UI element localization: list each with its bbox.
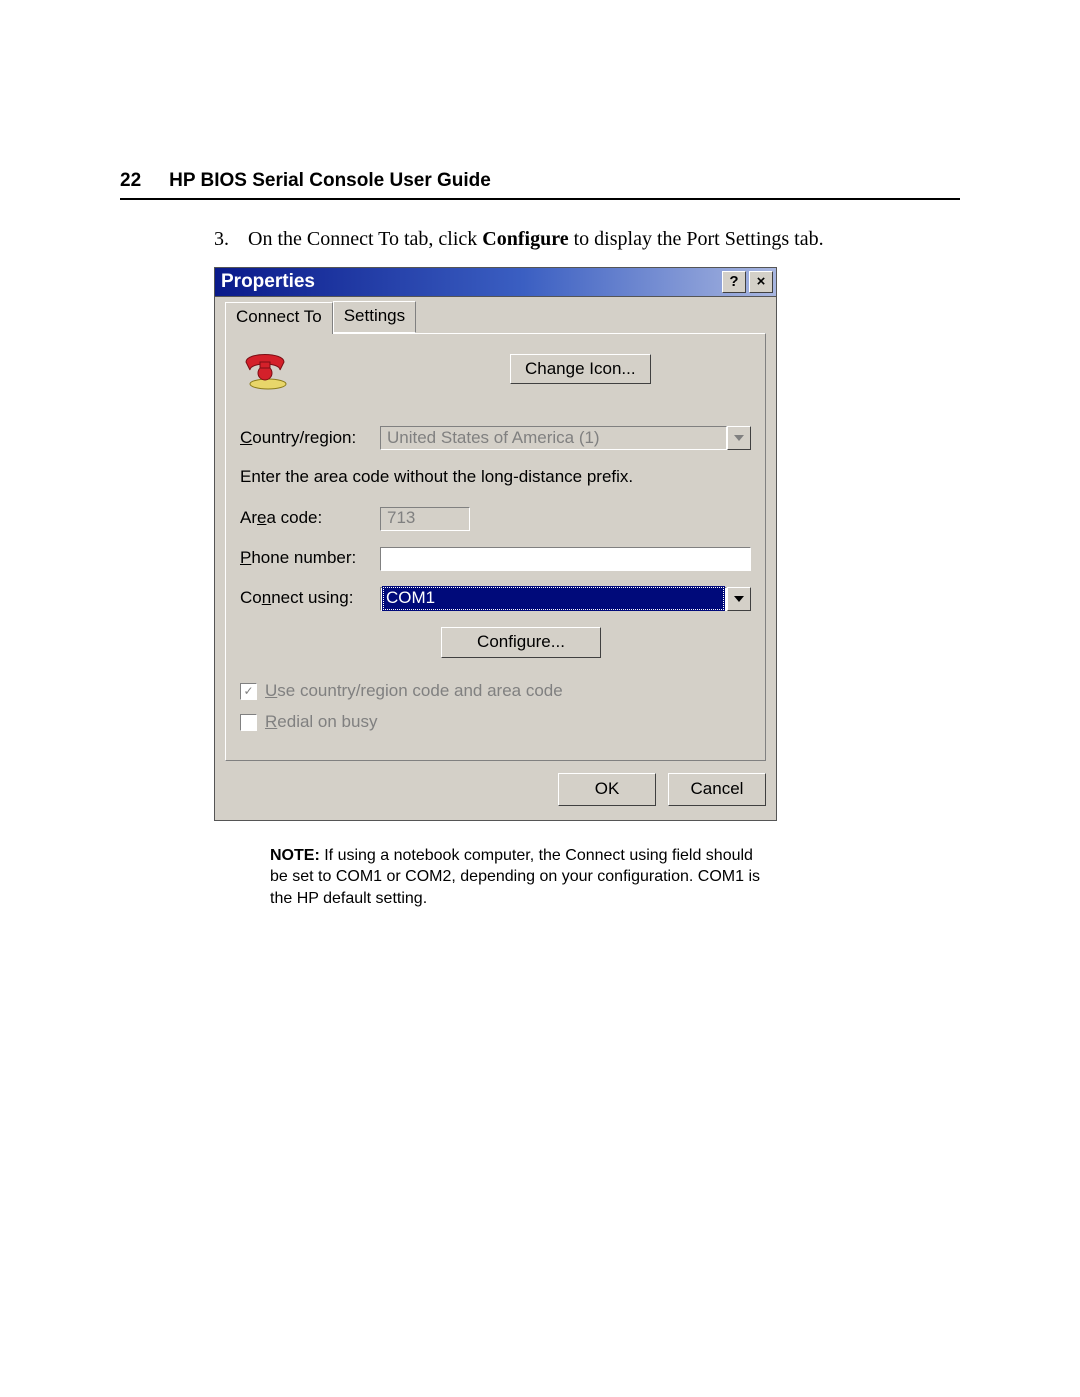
page-header: 22 HP BIOS Serial Console User Guide: [120, 170, 960, 192]
titlebar: Properties ? ×: [214, 267, 777, 297]
page-number: 22: [120, 170, 141, 192]
step-text: On the Connect To tab, click Configure t…: [248, 226, 824, 253]
connect-using-field[interactable]: COM1: [380, 587, 727, 611]
note-label: NOTE:: [270, 847, 320, 864]
header-rule: [120, 198, 960, 200]
use-country-code-checkbox: ✓: [240, 683, 257, 700]
tab-connect-to[interactable]: Connect To: [225, 302, 333, 334]
tab-settings[interactable]: Settings: [333, 301, 416, 333]
phone-number-field[interactable]: [380, 547, 751, 571]
country-label: Country/region:: [240, 427, 380, 450]
redial-on-busy-checkbox-row: Redial on busy: [240, 711, 751, 734]
use-country-code-checkbox-row: ✓ Use country/region code and area code: [240, 680, 751, 703]
configure-button[interactable]: Configure...: [441, 627, 601, 658]
ok-button[interactable]: OK: [558, 773, 656, 806]
note-block: NOTE: If using a notebook computer, the …: [270, 845, 770, 910]
note-text: If using a notebook computer, the Connec…: [270, 847, 760, 907]
connect-using-label: Connect using:: [240, 587, 380, 610]
change-icon-button[interactable]: Change Icon...: [510, 354, 651, 385]
tab-strip: Connect To Settings: [225, 305, 766, 333]
titlebar-text: Properties: [215, 269, 722, 295]
country-field: United States of America (1): [380, 426, 727, 450]
country-dropdown-button: [727, 426, 751, 450]
step-number: 3.: [214, 226, 248, 253]
phone-icon: [240, 348, 290, 390]
tab-panel: Change Icon... Country/region: United St…: [225, 333, 766, 761]
redial-on-busy-checkbox: [240, 714, 257, 731]
guide-title: HP BIOS Serial Console User Guide: [169, 170, 491, 192]
cancel-button[interactable]: Cancel: [668, 773, 766, 806]
properties-dialog: Properties ? × Connect To Settings: [214, 267, 777, 821]
area-code-label: Area code:: [240, 507, 380, 530]
close-button[interactable]: ×: [749, 271, 773, 293]
phone-label: Phone number:: [240, 547, 380, 570]
connect-using-dropdown-button[interactable]: [727, 587, 751, 611]
step-3: 3. On the Connect To tab, click Configur…: [214, 226, 960, 253]
help-button[interactable]: ?: [722, 271, 746, 293]
area-code-field: 713: [380, 507, 470, 531]
area-code-hint: Enter the area code without the long-dis…: [240, 466, 751, 489]
